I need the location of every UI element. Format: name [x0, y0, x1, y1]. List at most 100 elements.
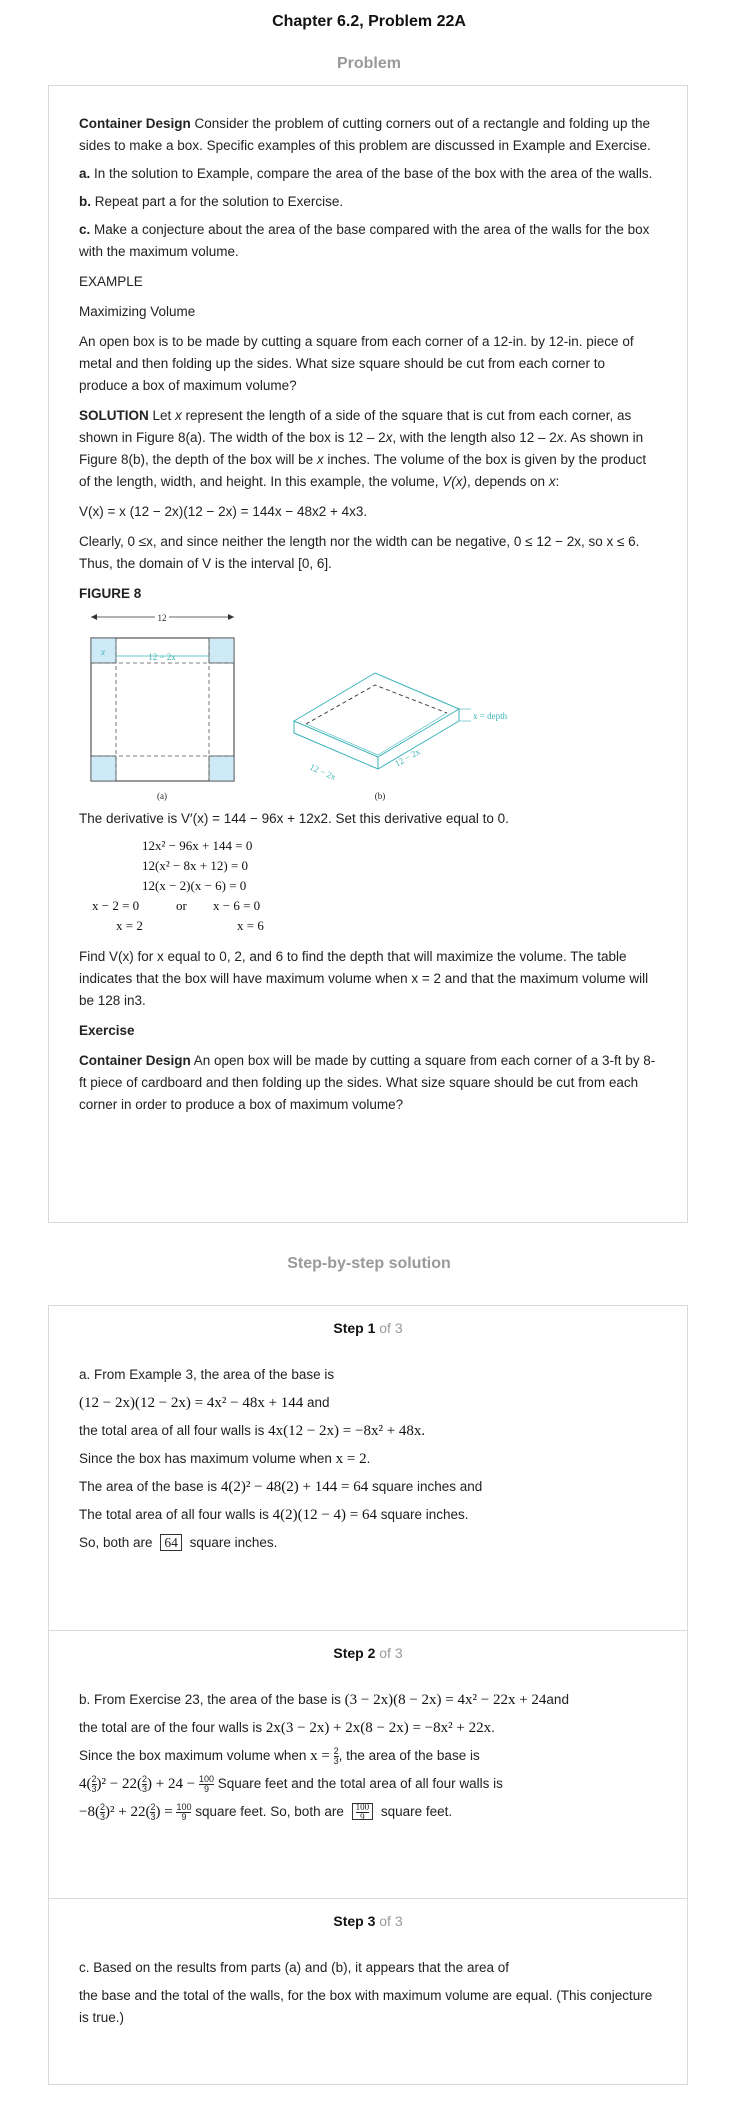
step-3-line-1: c. Based on the results from parts (a) a… [79, 1960, 509, 1975]
step-2-line-1: b. From Exercise 23, the area of the bas… [79, 1689, 657, 1711]
part-a-label: a. [79, 166, 91, 181]
step-2-text-2: the total are of the four walls is [79, 1720, 266, 1735]
step-2-tail-5: square feet. [377, 1804, 453, 1819]
step-2-line-3: Since the box maximum volume when x = 23… [79, 1745, 657, 1767]
step-2-line-2: the total are of the four walls is 2x(3 … [79, 1717, 657, 1739]
exercise-label: Exercise [79, 1023, 135, 1038]
step-1-label: Step 1 [333, 1320, 376, 1336]
part-a-text: In the solution to Example, compare the … [90, 166, 653, 181]
step-1-of: of 3 [375, 1320, 403, 1336]
step-2-math-2: 2x(3 − 2x) + 2x(8 − 2x) = −8x² + 22x [265, 1720, 492, 1736]
step-2-text-1: b. From Exercise 23, the area of the bas… [79, 1692, 345, 1707]
caption-a: (a) [157, 791, 167, 801]
step-3-label: Step 3 [333, 1913, 376, 1929]
corner-x-label: x [100, 647, 105, 657]
step-1-line-3: the total area of all four walls is 4x(1… [79, 1420, 657, 1442]
example-title: Maximizing Volume [79, 304, 196, 319]
step-2-math-5c: = [160, 1804, 173, 1820]
step-2-math-1: (3 − 2x)(8 − 2x) = 4x² − 22x + 24 [344, 1692, 547, 1708]
var-x: x [175, 408, 182, 423]
box-inner-base-front [305, 712, 448, 756]
step-3-of: of 3 [375, 1913, 403, 1929]
step-2-title: Step 2 of 3 [49, 1631, 687, 1667]
exercise-bold: Container Design [79, 1053, 191, 1068]
frac-den: 9 [355, 1812, 370, 1822]
frac-den: 9 [176, 1811, 192, 1822]
frac-den: 9 [198, 1783, 214, 1794]
caption-b: (b) [375, 791, 386, 801]
step-2-end-3: , the area of the base is [338, 1748, 480, 1763]
step-2-text-3: Since the box maximum volume when [79, 1748, 311, 1763]
step-2-math-4b: ² − 22 [101, 1776, 137, 1792]
side-label-1: 12 − 2x [308, 762, 338, 783]
fraction-hundred-ninths: 100 9 [198, 1774, 214, 1794]
problem-heading: Problem [336, 55, 401, 72]
side-label-2: 12 − 2x [393, 746, 422, 769]
domain-text: Clearly, 0 ≤x, and since neither the len… [79, 534, 640, 571]
step-1-text-5: The area of the base is [79, 1479, 221, 1494]
step-1-math-6: 4(2)(12 − 4) = 64 [272, 1507, 377, 1523]
eq-line-4-left: x − 2 = 0 [92, 898, 140, 913]
top-dimension-label: 12 [158, 613, 167, 623]
intro-bold: Container Design [79, 116, 191, 131]
step-1-end-6: square inches. [377, 1507, 469, 1522]
eq-line-3: 12(x − 2)(x − 6) = 0 [142, 878, 247, 893]
solution-heading: Step-by-step solution [287, 1255, 451, 1272]
part-b: b. Repeat part a for the solution to Exe… [79, 191, 657, 213]
step-1-line-2: (12 − 2x)(12 − 2x) = 4x² − 48x + 144 and [79, 1392, 657, 1414]
step-2-end-1: and [546, 1692, 569, 1707]
corner-square-br [208, 755, 235, 782]
step-2-math-3: x = [310, 1748, 330, 1764]
var-x: x [556, 430, 564, 445]
arrow-left-icon [91, 614, 97, 620]
part-a: a. In the solution to Example, compare t… [79, 163, 657, 185]
step-1-line-5: The area of the base is 4(2)² − 48(2) + … [79, 1476, 657, 1498]
step-1-end-4: . [366, 1451, 371, 1466]
eq-line-4-right: x − 6 = 0 [213, 898, 261, 913]
part-c-label: c. [79, 222, 91, 237]
step-2-end-2: . [491, 1720, 495, 1735]
step-2-math-4c: + 24 − [152, 1776, 196, 1792]
fraction-hundred-ninths: 100 9 [176, 1801, 192, 1822]
equation-block: 12x² − 96x + 144 = 0 12(x² − 8x + 12) = … [79, 834, 657, 946]
intro-paragraph: Container Design Consider the problem of… [79, 113, 657, 157]
step-2-line-4: 4(2 3)² − 22(2 3) + 24 − 100 9 Square feet … [79, 1773, 503, 1794]
step-2-answer-box: 100 9 [351, 1802, 374, 1822]
step-1-math-2: (12 − 2x)(12 − 2x) = 4x² − 48x + 144 [79, 1395, 304, 1411]
frac-num: 100 [355, 1802, 370, 1813]
exercise-paragraph: Container Design An open box will be mad… [79, 1050, 657, 1116]
step-2-math-5a: −8 [79, 1804, 95, 1820]
step-2-math-5b: ² + 22 [109, 1804, 146, 1820]
part-c: c. Make a conjecture about the area of t… [79, 219, 657, 263]
eq-line-1: 12x² − 96x + 144 = 0 [142, 838, 253, 853]
step-2-end-4: Square feet and the total area of all fo… [213, 1776, 503, 1791]
step-1-line-1: a. From Example 3, the area of the base … [79, 1367, 335, 1382]
step-1-text-2: and [303, 1395, 330, 1410]
step-2-label: Step 2 [333, 1645, 376, 1661]
solution-paragraph: SOLUTION Let x represent the length of a… [79, 405, 657, 493]
eq-line-5-right: x = 6 [237, 918, 264, 933]
depth-label: x = depth [473, 711, 508, 721]
step-1-end-5: square inches and [368, 1479, 483, 1494]
step-1-text-3: the total area of all four walls is [79, 1423, 269, 1438]
step-2-math-4a: 4 [79, 1776, 87, 1792]
arrow-right-icon [228, 614, 234, 620]
corner-square-bl [90, 755, 117, 782]
step-3: Step 3 of 3 c. Based on the results from… [49, 1899, 687, 2084]
figure-label: FIGURE 8 [79, 586, 142, 601]
eq-line-2: 12(x² − 8x + 12) = 0 [142, 858, 249, 873]
part-b-text: Repeat part a for the solution to Exerci… [91, 194, 344, 209]
solution-card: Step 1 of 3 a. From Example 3, the area … [48, 1305, 688, 2085]
step-2-line-5: −8(2 3)² + 22(2 3) = 100 9 square feet. So,… [79, 1801, 453, 1823]
var-x: x [548, 474, 556, 489]
step-1: Step 1 of 3 a. From Example 3, the area … [49, 1306, 687, 1631]
derivative-text: The derivative is V′(x) = 144 − 96x + 12… [79, 811, 509, 826]
frac-num: 100 [176, 1801, 192, 1812]
step-1-text-4: Since the box has maximum volume when [79, 1451, 336, 1466]
example-label: EXAMPLE [79, 274, 143, 289]
step-1-line-7: So, both are 64 square inches. [79, 1532, 657, 1554]
step-3-title: Step 3 of 3 [49, 1899, 687, 1935]
eq-line-4-or: or [176, 898, 187, 913]
part-b-label: b. [79, 194, 91, 209]
step-2: Step 2 of 3 b. From Exercise 23, the are… [49, 1631, 687, 1899]
